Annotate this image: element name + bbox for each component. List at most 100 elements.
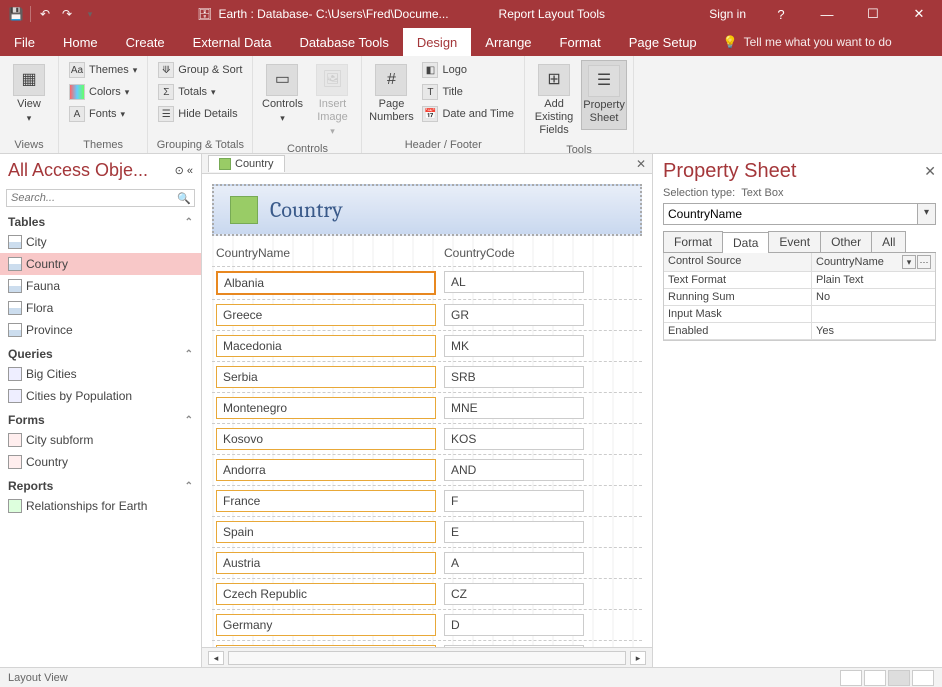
- builder-icon[interactable]: ⋯: [917, 255, 931, 269]
- view-button[interactable]: ▦ View ▾: [6, 60, 52, 128]
- cell-country-code[interactable]: AL: [444, 271, 584, 293]
- nav-item[interactable]: City: [0, 231, 201, 253]
- cell-country-code[interactable]: MNE: [444, 397, 584, 419]
- cell-country-code[interactable]: AND: [444, 459, 584, 481]
- property-row[interactable]: Input Mask: [664, 306, 935, 323]
- tab-database-tools[interactable]: Database Tools: [285, 28, 402, 56]
- totals-button[interactable]: ΣTotals▾: [154, 82, 246, 102]
- cell-country-name[interactable]: Macedonia: [216, 335, 436, 357]
- cell-country-name[interactable]: Spain: [216, 521, 436, 543]
- cell-country-name[interactable]: Montenegro: [216, 397, 436, 419]
- scroll-right-icon[interactable]: ▸: [630, 651, 646, 665]
- chevron-down-icon[interactable]: ▾: [917, 204, 935, 224]
- save-icon[interactable]: 💾: [8, 6, 24, 22]
- property-row[interactable]: Control SourceCountryName▾⋯: [664, 253, 935, 272]
- cell-country-code[interactable]: GR: [444, 304, 584, 326]
- cell-country-code[interactable]: F: [444, 490, 584, 512]
- qat-more-icon[interactable]: [81, 6, 97, 22]
- cell-country-name[interactable]: Kosovo: [216, 428, 436, 450]
- property-row[interactable]: Running SumNo: [664, 289, 935, 306]
- view-print-icon[interactable]: [864, 670, 886, 686]
- view-layout-icon[interactable]: [888, 670, 910, 686]
- cell-country-name[interactable]: Hungary: [216, 645, 436, 647]
- chevron-down-icon[interactable]: ▾: [902, 255, 916, 269]
- prop-tab-event[interactable]: Event: [768, 231, 821, 252]
- horizontal-scrollbar[interactable]: ◂ ▸: [202, 647, 652, 667]
- tell-me-search[interactable]: 💡 Tell me what you want to do: [711, 28, 942, 56]
- cell-country-name[interactable]: France: [216, 490, 436, 512]
- insert-image-button[interactable]: 🖼 Insert Image▾: [309, 60, 355, 141]
- tab-design[interactable]: Design: [403, 28, 471, 56]
- search-icon[interactable]: 🔍: [177, 192, 191, 205]
- property-value[interactable]: CountryName▾⋯: [812, 253, 935, 271]
- nav-section-reports[interactable]: Reports⌃: [0, 473, 201, 495]
- nav-section-tables[interactable]: Tables⌃: [0, 209, 201, 231]
- cell-country-code[interactable]: CZ: [444, 583, 584, 605]
- tab-create[interactable]: Create: [112, 28, 179, 56]
- hide-details-button[interactable]: ☰Hide Details: [154, 104, 246, 124]
- scroll-left-icon[interactable]: ◂: [208, 651, 224, 665]
- cell-country-name[interactable]: Austria: [216, 552, 436, 574]
- tab-format[interactable]: Format: [546, 28, 615, 56]
- report-layout[interactable]: Country CountryName CountryCode Albania A…: [202, 174, 652, 647]
- selection-combo-input[interactable]: [664, 204, 917, 224]
- prop-tab-other[interactable]: Other: [820, 231, 872, 252]
- cell-country-name[interactable]: Germany: [216, 614, 436, 636]
- title-button[interactable]: TTitle: [418, 82, 518, 102]
- col-header-name[interactable]: CountryName: [212, 246, 440, 260]
- close-icon[interactable]: ✕: [896, 0, 942, 28]
- property-value[interactable]: No: [812, 289, 935, 305]
- property-row[interactable]: EnabledYes: [664, 323, 935, 340]
- nav-collapse-icon[interactable]: ⊙ «: [175, 164, 193, 177]
- nav-item[interactable]: Fauna: [0, 275, 201, 297]
- cell-country-code[interactable]: E: [444, 521, 584, 543]
- view-report-icon[interactable]: [840, 670, 862, 686]
- prop-tab-all[interactable]: All: [871, 231, 906, 252]
- nav-item[interactable]: Flora: [0, 297, 201, 319]
- cell-country-name[interactable]: Albania: [216, 271, 436, 295]
- cell-country-code[interactable]: MK: [444, 335, 584, 357]
- minimize-icon[interactable]: —: [804, 0, 850, 28]
- redo-icon[interactable]: ↷: [59, 6, 75, 22]
- nav-title[interactable]: All Access Obje...: [8, 160, 148, 181]
- nav-search[interactable]: 🔍: [6, 189, 195, 207]
- nav-section-forms[interactable]: Forms⌃: [0, 407, 201, 429]
- scroll-track[interactable]: [228, 651, 626, 665]
- controls-button[interactable]: ▭ Controls▾: [259, 60, 305, 128]
- tab-file[interactable]: File: [0, 28, 49, 56]
- close-document-icon[interactable]: ✕: [636, 157, 646, 171]
- cell-country-code[interactable]: D: [444, 614, 584, 636]
- property-value[interactable]: Plain Text: [812, 272, 935, 288]
- group-sort-button[interactable]: ⟱Group & Sort: [154, 60, 246, 80]
- fonts-button[interactable]: AFonts▾: [65, 104, 141, 124]
- cell-country-name[interactable]: Greece: [216, 304, 436, 326]
- property-value[interactable]: [812, 306, 935, 322]
- page-numbers-button[interactable]: # Page Numbers: [368, 60, 414, 128]
- tab-external-data[interactable]: External Data: [179, 28, 286, 56]
- nav-search-input[interactable]: [6, 189, 195, 207]
- help-icon[interactable]: ?: [758, 0, 804, 28]
- colors-button[interactable]: Colors▾: [65, 82, 141, 102]
- maximize-icon[interactable]: ☐: [850, 0, 896, 28]
- property-row[interactable]: Text FormatPlain Text: [664, 272, 935, 289]
- nav-item[interactable]: Big Cities: [0, 363, 201, 385]
- nav-item[interactable]: Province: [0, 319, 201, 341]
- property-value[interactable]: Yes: [812, 323, 935, 339]
- nav-item[interactable]: Country: [0, 253, 201, 275]
- property-sheet-button[interactable]: ☰ Property Sheet: [581, 60, 627, 130]
- selection-combo[interactable]: ▾: [663, 203, 936, 225]
- col-header-code[interactable]: CountryCode: [440, 246, 590, 260]
- cell-country-name[interactable]: Czech Republic: [216, 583, 436, 605]
- cell-country-name[interactable]: Andorra: [216, 459, 436, 481]
- cell-country-code[interactable]: A: [444, 552, 584, 574]
- undo-icon[interactable]: ↶: [37, 6, 53, 22]
- close-property-sheet-icon[interactable]: ✕: [924, 163, 936, 180]
- report-header[interactable]: Country: [212, 184, 642, 236]
- tab-page-setup[interactable]: Page Setup: [615, 28, 711, 56]
- cell-country-code[interactable]: KOS: [444, 428, 584, 450]
- nav-item[interactable]: Cities by Population: [0, 385, 201, 407]
- nav-item[interactable]: Country: [0, 451, 201, 473]
- document-tab-country[interactable]: Country: [208, 155, 285, 172]
- nav-item[interactable]: City subform: [0, 429, 201, 451]
- cell-country-code[interactable]: H: [444, 645, 584, 647]
